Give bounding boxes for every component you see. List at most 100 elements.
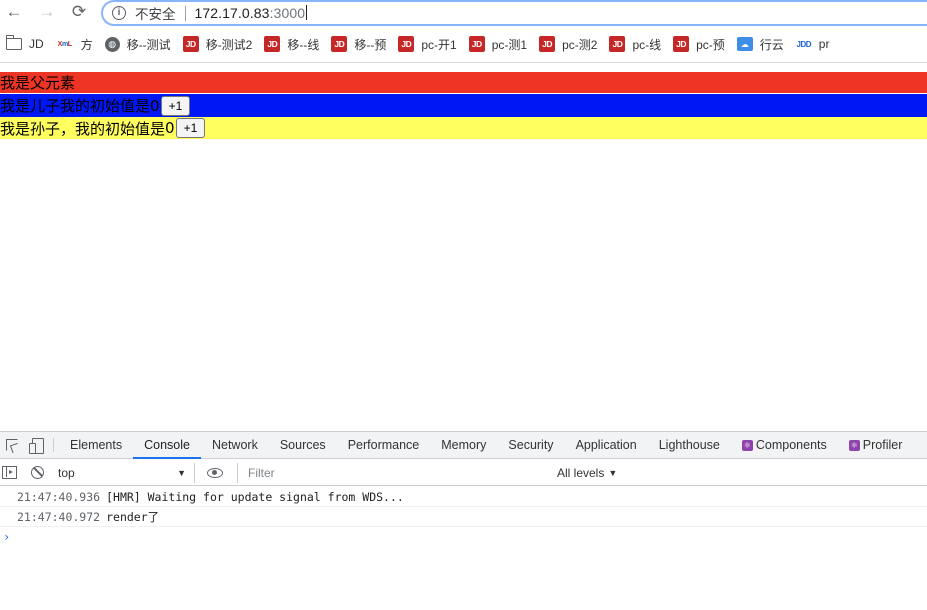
tab-sources[interactable]: Sources <box>269 432 337 458</box>
jd-icon: JD <box>182 36 199 52</box>
bookmark-label: 方 <box>80 37 93 52</box>
bookmark-label: 移--预 <box>354 37 387 52</box>
tab-network[interactable]: Network <box>201 432 269 458</box>
tab-application[interactable]: Application <box>565 432 648 458</box>
xl-icon: XmL <box>57 40 72 48</box>
log-text: [HMR] Waiting for update signal from WDS… <box>106 489 404 504</box>
bookmark-item[interactable]: ☁ 行云 <box>731 31 790 57</box>
bookmark-label: pc-测2 <box>562 37 598 52</box>
prompt-chevron-icon: › <box>3 530 11 544</box>
bookmark-item[interactable]: JD pc-开1 <box>392 31 462 57</box>
bookmark-label: JD <box>29 37 44 51</box>
text-caret <box>306 5 308 20</box>
log-levels-dropdown[interactable]: All levels ▼ <box>557 466 617 480</box>
tab-lighthouse[interactable]: Lighthouse <box>648 432 731 458</box>
console-toolbar: top ▼ All levels ▼ <box>0 460 927 486</box>
tab-label: Sources <box>279 438 326 452</box>
bookmark-label: pc-开1 <box>421 37 457 52</box>
jd-icon: JD <box>539 36 556 52</box>
browser-toolbar: ← → ⟳ i 不安全 172.17.0.83:3000 <box>0 0 927 26</box>
jdd-icon: JDD <box>796 39 812 49</box>
tab-label: Profiler <box>862 438 903 452</box>
device-icon <box>29 438 44 454</box>
child-text: 我是儿子我的初始值是 <box>0 97 151 115</box>
url-port: :3000 <box>269 5 306 21</box>
reload-icon: ⟳ <box>71 2 87 21</box>
tab-label: Elements <box>70 438 123 452</box>
tab-console[interactable]: Console <box>133 432 201 459</box>
security-label[interactable]: 不安全 <box>135 3 176 23</box>
bookmark-item[interactable]: JD pc-预 <box>667 31 731 57</box>
device-toolbar-button[interactable] <box>24 432 48 458</box>
clear-console-icon[interactable] <box>31 466 44 479</box>
tab-label: Lighthouse <box>658 438 720 452</box>
omnibox-separator <box>184 5 186 21</box>
log-timestamp: 21:47:40.936 <box>17 489 101 504</box>
page-viewport: 我是父元素 我是儿子我的初始值是 0 +1 我是孙子，我的初始值是 0 +1 <box>0 63 927 431</box>
bookmark-label: 移--测试 <box>126 37 171 52</box>
bookmark-item[interactable]: JD 移--预 <box>325 31 392 57</box>
child-value: 0 <box>150 96 160 115</box>
log-text: render了 <box>106 509 160 524</box>
grandchild-element: 我是孙子，我的初始值是 0 +1 <box>0 117 927 139</box>
bookmark-item[interactable]: JD pc-测1 <box>463 31 533 57</box>
bookmark-item[interactable]: JD 移-测试2 <box>177 31 259 57</box>
bookmark-label: pr <box>818 37 830 51</box>
tab-profiler[interactable]: ⚛ Profiler <box>838 432 914 458</box>
dropdown-arrow-icon: ▼ <box>177 467 186 478</box>
context-value: top <box>58 465 75 480</box>
context-selector[interactable]: top ▼ <box>58 462 195 483</box>
tab-label: Network <box>211 438 258 452</box>
reload-button[interactable]: ⟳ <box>66 0 92 24</box>
address-bar[interactable]: i 不安全 172.17.0.83:3000 <box>101 0 927 26</box>
tab-label: Application <box>575 438 637 452</box>
parent-element: 我是父元素 <box>0 72 927 93</box>
tab-elements[interactable]: Elements <box>59 432 133 458</box>
jd-icon: JD <box>609 36 626 52</box>
tab-label: Performance <box>347 438 420 452</box>
grandchild-increment-button[interactable]: +1 <box>175 118 206 138</box>
bookmark-item[interactable]: JD pc-线 <box>603 31 667 57</box>
bookmark-item[interactable]: JD <box>0 31 50 57</box>
tab-performance[interactable]: Performance <box>337 432 431 458</box>
child-element: 我是儿子我的初始值是 0 +1 <box>0 94 927 117</box>
tab-label: Security <box>508 438 554 452</box>
show-sidebar-icon[interactable] <box>2 466 17 479</box>
forward-button[interactable]: → <box>34 0 60 24</box>
grandchild-text: 我是孙子，我的初始值是 <box>0 119 166 138</box>
jd-icon: JD <box>264 36 281 52</box>
globe-icon: ◍ <box>104 36 120 52</box>
bookmark-item[interactable]: XmL 方 <box>50 31 99 57</box>
child-increment-button[interactable]: +1 <box>160 95 191 116</box>
tab-components[interactable]: ⚛ Components <box>731 432 838 458</box>
bookmark-item[interactable]: JD pc-测2 <box>533 31 603 57</box>
bookmark-label: pc-测1 <box>491 37 528 52</box>
url-host: 172.17.0.83 <box>194 5 270 21</box>
console-filter-input[interactable] <box>237 462 549 483</box>
log-timestamp: 21:47:40.972 <box>17 509 101 524</box>
bookmark-item[interactable]: JD 移--线 <box>258 31 325 57</box>
live-expression-eye-icon[interactable] <box>207 467 223 478</box>
tab-label: Memory <box>441 438 487 452</box>
tab-label: Components <box>755 438 827 452</box>
tab-security[interactable]: Security <box>497 432 564 458</box>
devtools-panel: Elements Console Network Sources Performance… <box>0 431 927 610</box>
console-prompt[interactable]: › <box>0 527 927 547</box>
bookmark-item[interactable]: ◍ 移--测试 <box>99 31 177 57</box>
log-levels-label: All levels <box>557 465 605 480</box>
console-message: 21:47:40.936 [HMR] Waiting for update sig… <box>0 487 927 507</box>
cloud-icon: ☁ <box>736 37 753 51</box>
jd-icon: JD <box>673 36 690 52</box>
inspect-element-button[interactable] <box>0 432 24 458</box>
bookmark-label: pc-线 <box>632 37 662 52</box>
bookmark-item[interactable]: JDD pr <box>790 31 836 57</box>
console-message: 21:47:40.972 render了 <box>0 507 927 527</box>
url-text[interactable]: 172.17.0.83:3000 <box>195 5 308 21</box>
devtools-tab-bar: Elements Console Network Sources Performance… <box>0 432 927 459</box>
bookmark-label: 移--线 <box>287 37 320 52</box>
tab-memory[interactable]: Memory <box>430 432 497 458</box>
info-icon[interactable]: i <box>112 6 126 20</box>
folder-icon <box>6 35 22 50</box>
react-icon: ⚛ <box>848 439 860 451</box>
back-button[interactable]: ← <box>1 0 27 24</box>
